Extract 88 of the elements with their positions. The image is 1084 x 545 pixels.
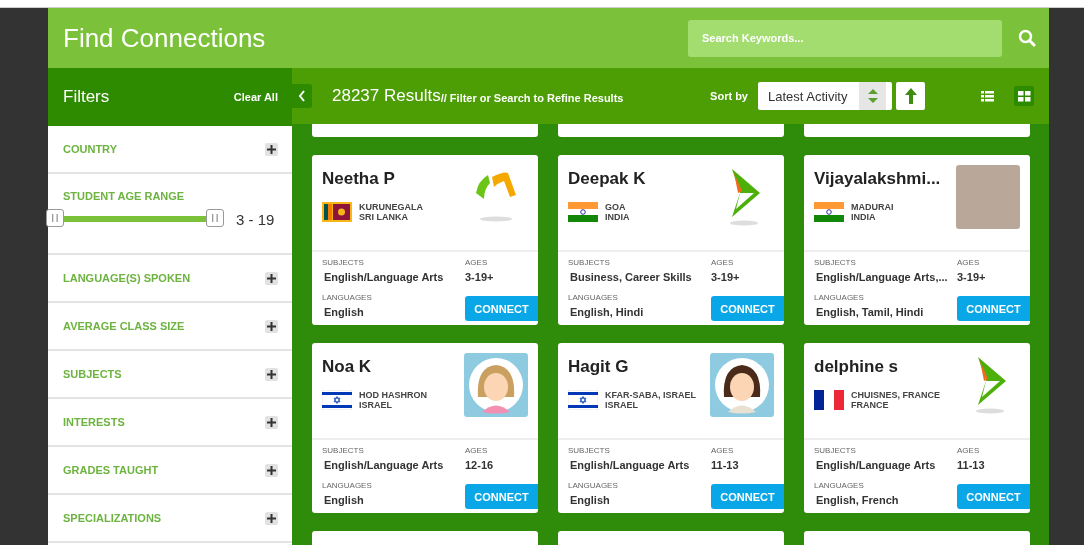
avatar-icon: [710, 353, 774, 417]
subjects-value: English/Language Arts: [816, 459, 937, 471]
subjects-label: SUBJECTS: [568, 446, 611, 455]
sort-direction-button[interactable]: [896, 82, 925, 110]
connect-button[interactable]: CONNECT: [711, 296, 784, 321]
languages-label: LANGUAGES: [814, 293, 865, 302]
flag-icon: [814, 390, 844, 410]
subjects-value: English/Language Arts,...: [816, 271, 949, 283]
profile-name[interactable]: Noa K: [322, 357, 464, 377]
search-field[interactable]: Search Keywords...: [688, 19, 1002, 57]
profile-name[interactable]: Hagit G: [568, 357, 710, 377]
plus-icon[interactable]: [265, 271, 278, 285]
ages-value: 12-16: [465, 459, 495, 471]
up-arrow-icon[interactable]: [904, 88, 917, 104]
results-hint: // Filter or Search to Refine Results: [440, 92, 625, 104]
sort-label: Sort by: [710, 90, 748, 102]
flag-icon: [322, 202, 352, 222]
location-text: HOD HASHRON ISRAEL: [359, 390, 427, 410]
languages-label: LANGUAGES: [814, 481, 865, 490]
profile-name[interactable]: Vijayalakshmi...: [814, 169, 956, 189]
ages-value: 11-13: [957, 459, 986, 471]
age-range-reading: 3 - 19: [236, 210, 275, 228]
slider-handle[interactable]: [206, 209, 224, 227]
plus-icon[interactable]: [265, 319, 278, 333]
ages-label: AGES: [465, 446, 489, 455]
photo-placeholder: [956, 165, 1020, 229]
subjects-value: English/Language Arts: [324, 271, 445, 283]
subjects-value: Business, Career Skills: [570, 271, 693, 283]
languages-label: LANGUAGES: [322, 293, 373, 302]
languages-value: English: [324, 494, 365, 506]
languages-value: English: [324, 306, 365, 318]
flag-icon: [568, 390, 598, 410]
connect-button[interactable]: CONNECT: [957, 484, 1030, 509]
subjects-label: SUBJECTS: [568, 258, 611, 267]
connect-button[interactable]: CONNECT: [711, 484, 784, 509]
ages-value: 3-19+: [711, 271, 741, 283]
languages-value: English, French: [816, 494, 900, 506]
location-text: GOA INDIA: [605, 202, 630, 222]
subjects-label: SUBJECTS: [322, 446, 365, 455]
page-title: Find Connections: [63, 22, 267, 54]
plus-icon[interactable]: [265, 367, 278, 381]
ages-label: AGES: [465, 258, 489, 267]
languages-label: LANGUAGES: [322, 481, 373, 490]
plus-icon[interactable]: [265, 463, 278, 477]
location-text: KFAR-SABA, ISRAEL ISRAEL: [605, 390, 696, 410]
ages-value: 11-13: [711, 459, 740, 471]
results-count: 28237 Results: [332, 86, 441, 106]
plus-icon[interactable]: [265, 142, 278, 156]
subjects-value: English/Language Arts: [324, 459, 445, 471]
connect-button[interactable]: CONNECT: [465, 484, 538, 509]
location-text: KURUNEGALA SRI LANKA: [359, 202, 423, 222]
ages-label: AGES: [711, 258, 735, 267]
up-down-arrows-icon[interactable]: [867, 88, 878, 104]
ages-value: 3-19+: [957, 271, 987, 283]
flag-icon: [814, 202, 844, 222]
flag-icon: [568, 202, 598, 222]
ages-label: AGES: [957, 446, 981, 455]
clear-all-link[interactable]: Clear All: [233, 91, 278, 103]
profile-name[interactable]: delphine s: [814, 357, 956, 377]
filter-label: STUDENT AGE RANGE: [63, 190, 186, 202]
location-text: CHUISNES, FRANCE FRANCE: [851, 390, 940, 410]
subjects-label: SUBJECTS: [814, 258, 857, 267]
ages-label: AGES: [711, 446, 735, 455]
age-range-slider[interactable]: [46, 210, 224, 228]
location-text: MADURAI INDIA: [851, 202, 894, 222]
sort-dropdown[interactable]: Latest Activity: [758, 82, 892, 110]
languages-value: English, Tamil, Hindi: [816, 306, 925, 318]
languages-label: LANGUAGES: [568, 481, 619, 490]
ages-value: 3-19+: [465, 271, 495, 283]
ages-label: AGES: [957, 258, 981, 267]
slider-handle[interactable]: [46, 209, 64, 227]
subjects-label: SUBJECTS: [322, 258, 365, 267]
plus-icon[interactable]: [265, 511, 278, 525]
subjects-value: English/Language Arts: [570, 459, 691, 471]
chevron-left-icon[interactable]: [298, 90, 306, 102]
connect-button[interactable]: CONNECT: [465, 296, 538, 321]
avatar-icon: [464, 353, 528, 417]
languages-label: LANGUAGES: [568, 293, 619, 302]
collapse-filters-button[interactable]: [292, 84, 312, 108]
profile-name[interactable]: Neetha P: [322, 169, 464, 189]
filters-title: Filters: [63, 87, 110, 107]
languages-value: English: [570, 494, 611, 506]
subjects-label: SUBJECTS: [814, 446, 857, 455]
connect-button[interactable]: CONNECT: [957, 296, 1030, 321]
languages-value: English, Hindi: [570, 306, 645, 318]
flag-icon: [322, 390, 352, 410]
plus-icon[interactable]: [265, 415, 278, 429]
profile-name[interactable]: Deepak K: [568, 169, 710, 189]
